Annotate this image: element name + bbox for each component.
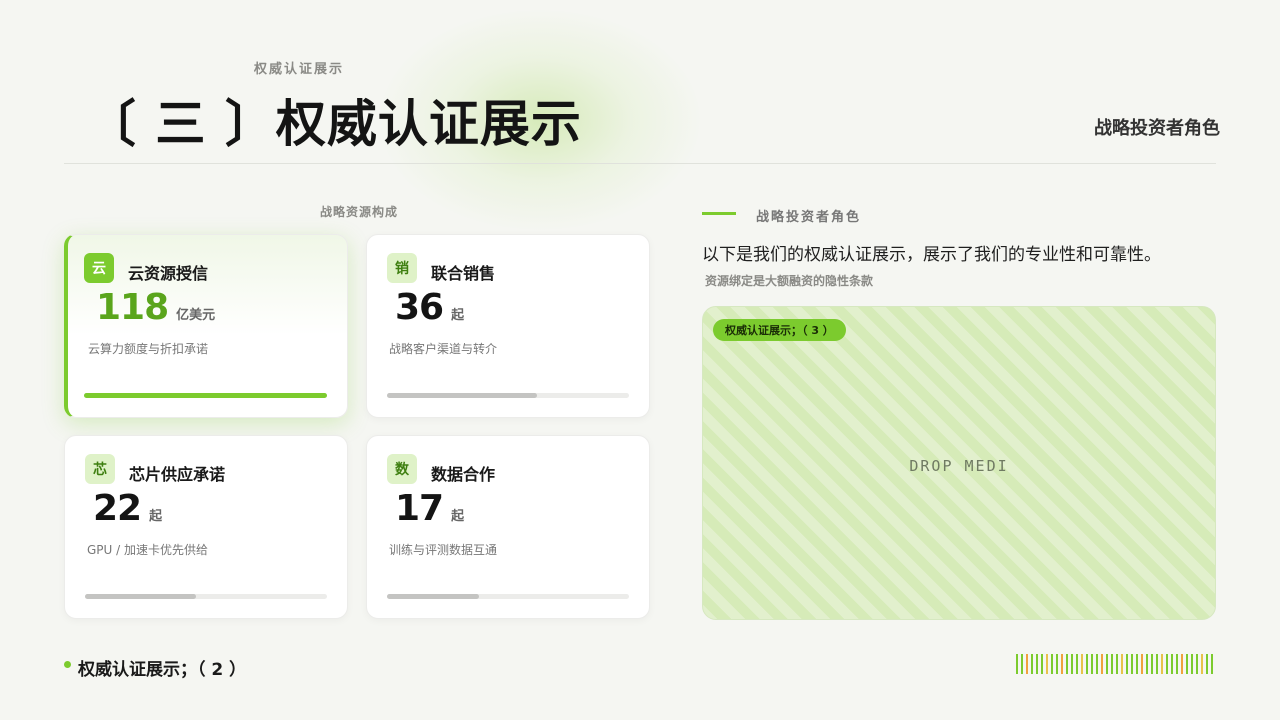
card-title: 云资源授信 xyxy=(128,264,209,283)
card-value-group: 118 亿美元 xyxy=(96,287,215,328)
barcode-stripe xyxy=(1061,654,1063,674)
barcode-stripe xyxy=(1106,654,1108,674)
barcode-stripe xyxy=(1206,654,1208,674)
barcode-stripe xyxy=(1096,654,1098,674)
barcode-stripe xyxy=(1051,654,1053,674)
barcode-stripe xyxy=(1111,654,1113,674)
header-divider xyxy=(64,163,1216,164)
barcode-stripe xyxy=(1161,654,1163,674)
barcode-stripe xyxy=(1056,654,1058,674)
barcode-stripe xyxy=(1036,654,1038,674)
barcode-stripe xyxy=(1141,654,1143,674)
card-progress-fill xyxy=(84,393,327,398)
card-description: 云算力额度与折扣承诺 xyxy=(88,342,209,356)
barcode-stripe xyxy=(1151,654,1153,674)
card-progress-fill xyxy=(85,594,197,599)
barcode-stripe xyxy=(1081,654,1083,674)
card-title: 数据合作 xyxy=(431,465,496,484)
card-progress-track xyxy=(84,393,327,398)
barcode-stripe xyxy=(1126,654,1128,674)
barcode-stripe xyxy=(1136,654,1138,674)
side-description: 以下是我们的权威认证展示，展示了我们的专业性和可靠性。 xyxy=(702,245,1161,265)
card-value-group: 22 起 xyxy=(93,488,162,529)
barcode-stripe xyxy=(1031,654,1033,674)
barcode-stripe xyxy=(1091,654,1093,674)
barcode-stripe xyxy=(1181,654,1183,674)
card-progress-track xyxy=(387,594,629,599)
barcode-stripe xyxy=(1156,654,1158,674)
card-unit: 起 xyxy=(451,509,465,524)
barcode-stripe xyxy=(1116,654,1118,674)
barcode-stripe xyxy=(1026,654,1028,674)
footer-label: 权威认证展示；（ 2 ） xyxy=(78,660,247,680)
media-placeholder-text: DROP MEDI xyxy=(909,457,1009,475)
barcode-stripe xyxy=(1121,654,1123,674)
barcode-stripe xyxy=(1041,654,1043,674)
card-value: 22 xyxy=(93,488,142,529)
card-cloud-credit[interactable]: 云 云资源授信 118 亿美元 云算力额度与折扣承诺 xyxy=(64,234,348,418)
card-description: GPU / 加速卡优先供给 xyxy=(87,543,208,557)
barcode-stripe xyxy=(1016,654,1018,674)
barcode-stripe xyxy=(1196,654,1198,674)
page-title: 〔 三 〕权威认证展示 xyxy=(86,95,582,153)
media-tag: 权威认证展示；（ 3 ） xyxy=(713,319,846,341)
card-value: 17 xyxy=(395,488,444,529)
barcode-stripe xyxy=(1191,654,1193,674)
side-note: 资源绑定是大额融资的隐性条款 xyxy=(705,274,874,288)
barcode-stripe xyxy=(1166,654,1168,674)
barcode-stripe xyxy=(1076,654,1078,674)
barcode-stripe xyxy=(1101,654,1103,674)
card-chip-supply[interactable]: 芯 芯片供应承诺 22 起 GPU / 加速卡优先供给 xyxy=(64,435,348,619)
barcode-stripe xyxy=(1046,654,1048,674)
barcode-stripe xyxy=(1066,654,1068,674)
barcode-stripe xyxy=(1176,654,1178,674)
barcode-stripe xyxy=(1186,654,1188,674)
sales-icon: 销 xyxy=(387,253,417,283)
card-progress-fill xyxy=(387,393,538,398)
cloud-icon: 云 xyxy=(84,253,114,283)
side-section-label: 战略投资者角色 xyxy=(756,210,862,225)
card-value: 36 xyxy=(395,287,444,328)
barcode-stripe xyxy=(1211,654,1213,674)
card-progress-track xyxy=(85,594,327,599)
grid-label: 战略资源构成 xyxy=(320,205,399,219)
barcode-stripe xyxy=(1201,654,1203,674)
card-progress-track xyxy=(387,393,629,398)
barcode-stripe xyxy=(1086,654,1088,674)
chip-icon: 芯 xyxy=(85,454,115,484)
card-value-group: 17 起 xyxy=(395,488,464,529)
card-joint-sales[interactable]: 销 联合销售 36 起 战略客户渠道与转介 xyxy=(366,234,650,418)
section-kicker: 权威认证展示 xyxy=(254,62,345,77)
barcode-decoration xyxy=(1016,654,1213,674)
card-title: 联合销售 xyxy=(431,264,496,283)
header-section-label: 战略投资者角色 xyxy=(1094,118,1220,139)
card-progress-fill xyxy=(387,594,479,599)
card-unit: 起 xyxy=(451,308,465,323)
card-unit: 起 xyxy=(149,509,163,524)
barcode-stripe xyxy=(1071,654,1073,674)
media-drop-zone[interactable]: 权威认证展示；（ 3 ） DROP MEDI xyxy=(702,306,1216,620)
card-value-group: 36 起 xyxy=(395,287,464,328)
barcode-stripe xyxy=(1171,654,1173,674)
card-description: 训练与评测数据互通 xyxy=(389,543,498,557)
card-title: 芯片供应承诺 xyxy=(129,465,226,484)
side-accent-line xyxy=(702,212,736,215)
barcode-stripe xyxy=(1021,654,1023,674)
footer-bullet-icon xyxy=(64,661,71,668)
card-unit: 亿美元 xyxy=(176,308,216,323)
card-data-cooperation[interactable]: 数 数据合作 17 起 训练与评测数据互通 xyxy=(366,435,650,619)
card-description: 战略客户渠道与转介 xyxy=(389,342,498,356)
barcode-stripe xyxy=(1146,654,1148,674)
card-value: 118 xyxy=(96,287,169,328)
data-icon: 数 xyxy=(387,454,417,484)
barcode-stripe xyxy=(1131,654,1133,674)
